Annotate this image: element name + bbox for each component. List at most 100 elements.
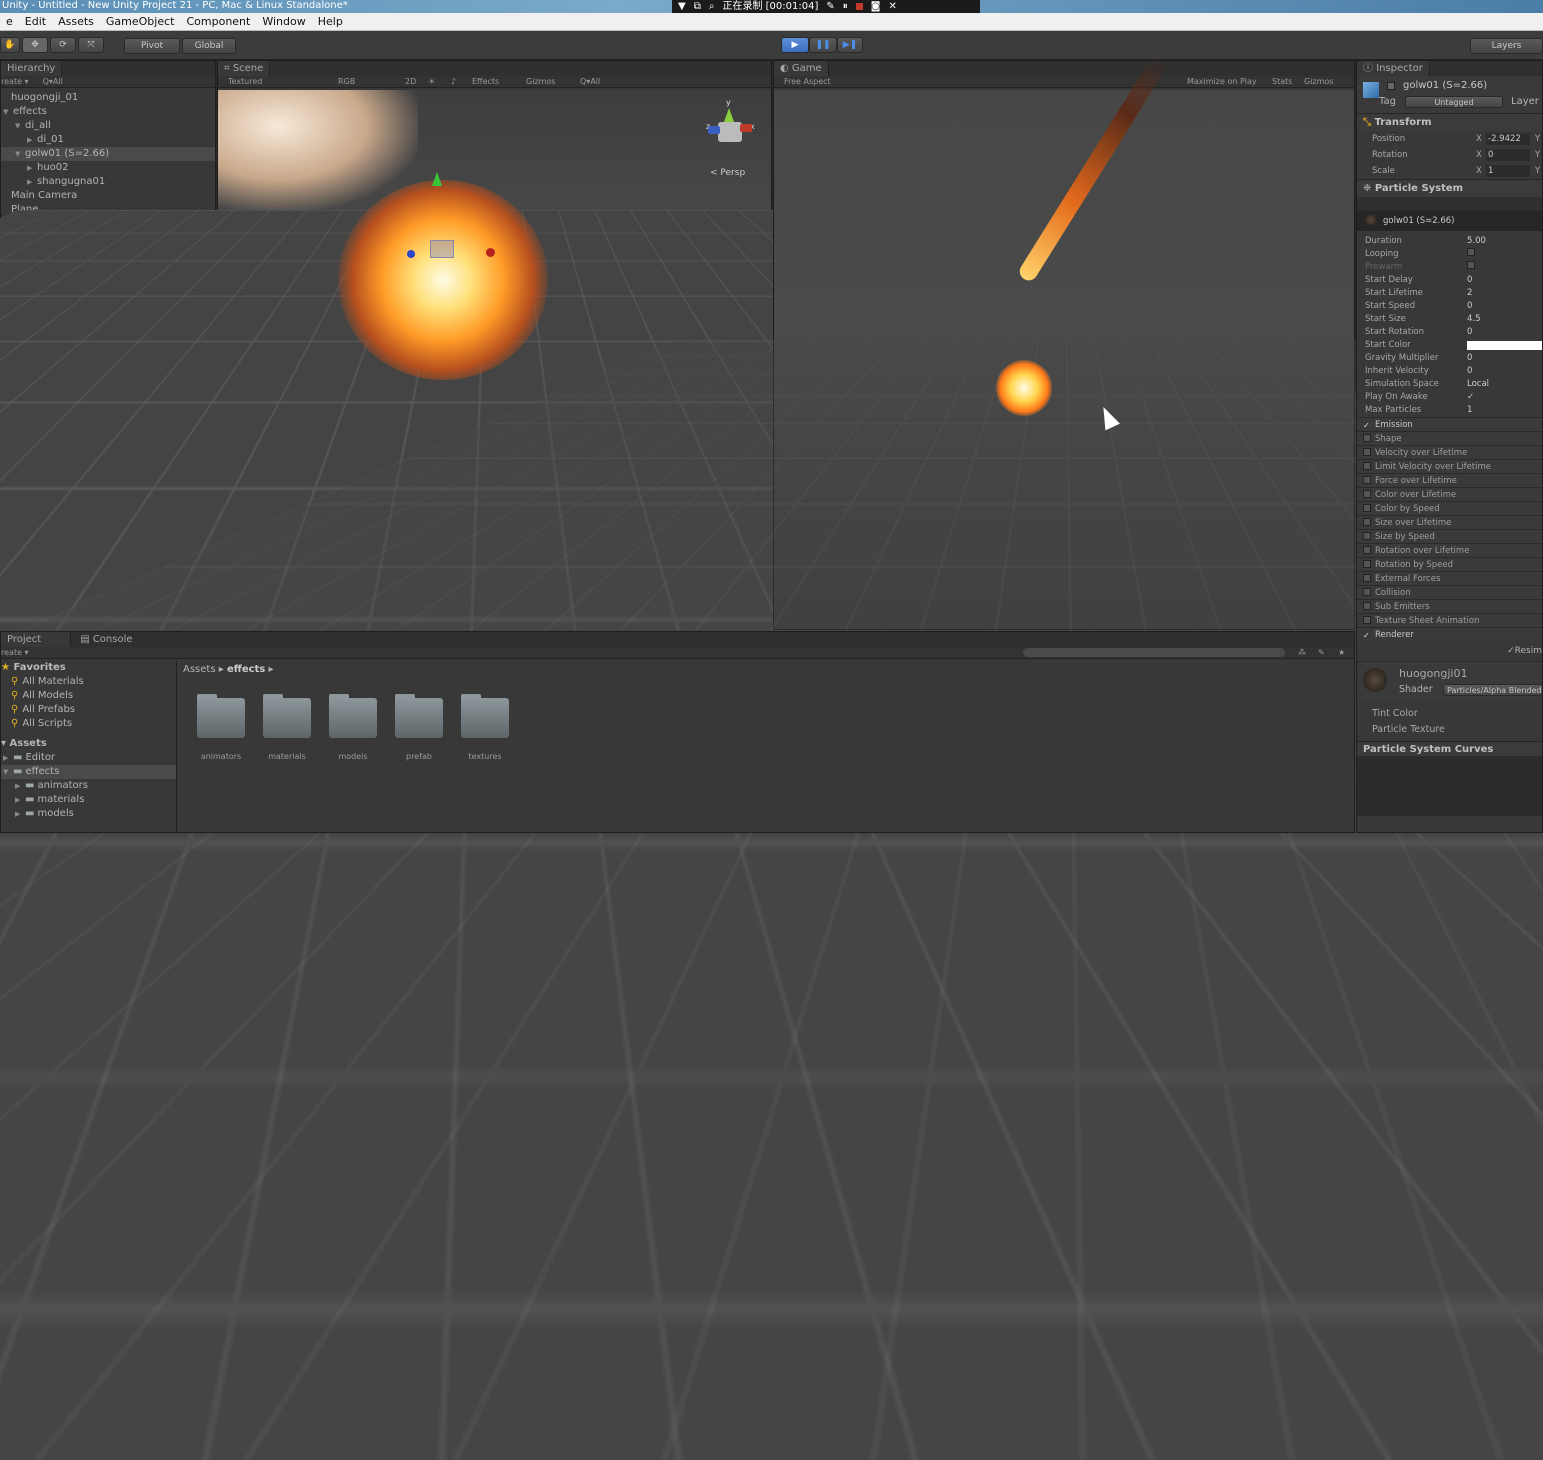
folder-item[interactable]: materials (262, 694, 312, 761)
expand-arrow-icon[interactable]: ▶ (3, 751, 13, 765)
ps-checkbox[interactable] (1467, 248, 1475, 256)
menu-file[interactable]: e (0, 15, 19, 28)
ps-module-row[interactable]: Size over Lifetime (1357, 515, 1542, 529)
module-checkbox[interactable] (1363, 616, 1371, 624)
pivot-toggle[interactable]: Pivot (124, 38, 180, 54)
expand-arrow-icon[interactable]: ▶ (15, 793, 25, 807)
ps-module-row[interactable]: Shape (1357, 431, 1542, 445)
tab-project[interactable]: Project (1, 632, 71, 647)
collapse-arrow-icon[interactable]: ▶ (27, 161, 37, 175)
assets-header[interactable]: ▾ Assets (1, 737, 176, 751)
rotate-tool-icon[interactable]: ⟳ (50, 37, 76, 53)
ps-property-value[interactable]: 5.00 (1467, 235, 1486, 248)
camera-icon[interactable]: ◙ (871, 1, 881, 13)
curves-area[interactable] (1357, 756, 1542, 816)
menu-gameobject[interactable]: GameObject (100, 15, 181, 28)
filter-label-icon[interactable]: ✎ (1318, 647, 1325, 658)
effects-dropdown[interactable]: Effects (472, 76, 499, 87)
module-checkbox[interactable] (1363, 476, 1371, 484)
module-checkbox[interactable] (1363, 434, 1371, 442)
active-checkbox[interactable] (1387, 82, 1395, 90)
expand-arrow-icon[interactable]: ▶ (15, 807, 25, 821)
module-checkbox[interactable] (1363, 448, 1371, 456)
ps-checkbox[interactable] (1467, 261, 1475, 269)
particle-system-header[interactable]: ❈ Particle System (1357, 179, 1542, 197)
play-button[interactable]: ▶ (781, 37, 809, 53)
favorite-star-icon[interactable]: ★ (1338, 647, 1345, 658)
layers-dropdown[interactable]: Layers (1470, 38, 1543, 54)
close-icon[interactable]: ✕ (888, 1, 896, 13)
2d-toggle[interactable]: 2D (405, 76, 416, 87)
hierarchy-item[interactable]: ▶ huo02 (1, 161, 215, 175)
ps-module-row[interactable]: Velocity over Lifetime (1357, 445, 1542, 459)
ps-module-row[interactable]: Sub Emitters (1357, 599, 1542, 613)
favorite-item[interactable]: ⚲ All Materials (1, 675, 176, 689)
window-icon[interactable]: ⧉ (694, 1, 701, 13)
hierarchy-search-input[interactable]: Q▾All (43, 77, 63, 86)
hierarchy-item[interactable]: ▼ golw01 (S=2.66) (1, 147, 215, 161)
particle-curves-header[interactable]: Particle System Curves (1357, 741, 1542, 756)
module-checkbox[interactable] (1363, 532, 1371, 540)
transform-x-field[interactable]: 0 (1486, 149, 1530, 161)
hierarchy-item[interactable]: ▶ shangugna01 (1, 175, 215, 189)
breadcrumb-effects[interactable]: effects (227, 664, 265, 675)
ps-property-value[interactable]: 2 (1467, 287, 1472, 300)
ps-module-row[interactable]: Rotation by Speed (1357, 557, 1542, 571)
asset-tree-item[interactable]: ▼ ▬ effects (1, 765, 176, 779)
audio-icon[interactable]: ♪ (451, 76, 456, 87)
transform-header[interactable]: ⤡ Transform (1357, 113, 1542, 131)
breadcrumb-assets[interactable]: Assets (183, 664, 216, 675)
stop-record-icon[interactable] (855, 3, 863, 10)
ps-module-row[interactable]: Color over Lifetime (1357, 487, 1542, 501)
menu-window[interactable]: Window (256, 15, 311, 28)
transform-x-field[interactable]: 1 (1486, 165, 1530, 177)
resim-toggle[interactable]: ✓Resim (1507, 646, 1542, 656)
collapse-arrow-icon[interactable]: ▶ (27, 175, 37, 189)
move-tool-icon[interactable]: ✥ (22, 37, 48, 53)
orientation-gizmo[interactable]: y x z < Persp (704, 98, 758, 178)
ps-property-value[interactable]: 1 (1467, 404, 1472, 417)
module-checkbox[interactable] (1363, 602, 1371, 610)
particle-system-name-tab[interactable]: golw01 (S=2.66) (1357, 211, 1542, 231)
hierarchy-item[interactable]: ▼ effects (1, 105, 215, 119)
module-checkbox[interactable] (1363, 490, 1371, 498)
ps-module-row[interactable]: ✓ Renderer (1357, 627, 1542, 641)
ps-property-value[interactable]: 0 (1467, 274, 1472, 287)
expand-arrow-icon[interactable]: ▼ (3, 765, 13, 779)
shader-dropdown[interactable]: Particles/Alpha Blended (1443, 684, 1542, 696)
folder-item[interactable]: prefab (394, 694, 444, 761)
ps-module-row[interactable]: ✓ Emission (1357, 417, 1542, 431)
module-checkbox[interactable] (1363, 560, 1371, 568)
transform-x-field[interactable]: -2.9422 (1486, 133, 1530, 145)
tab-scene[interactable]: ⌗ Scene (218, 61, 271, 76)
global-toggle[interactable]: Global (182, 38, 236, 54)
hierarchy-item[interactable]: huogongji_01 (1, 91, 215, 105)
gizmo-z-handle[interactable] (407, 250, 415, 258)
game-gizmos-dropdown[interactable]: Gizmos (1304, 76, 1333, 87)
tab-console[interactable]: ▤ Console (74, 634, 138, 645)
search-icon[interactable]: ⌕ (709, 1, 715, 13)
maximize-on-play-toggle[interactable]: Maximize on Play (1187, 76, 1257, 87)
expand-arrow-icon[interactable]: ▼ (15, 147, 25, 161)
module-checkbox[interactable] (1363, 462, 1371, 470)
ps-module-row[interactable]: Size by Speed (1357, 529, 1542, 543)
tag-dropdown[interactable]: Untagged (1405, 96, 1503, 108)
start-color-swatch[interactable] (1467, 341, 1542, 350)
scale-tool-icon[interactable]: ⤧ (78, 37, 104, 53)
ps-module-row[interactable]: Texture Sheet Animation (1357, 613, 1542, 627)
ps-property-value[interactable]: ✓ (1467, 391, 1474, 404)
asset-tree-item[interactable]: ▶ ▬ models (1, 807, 176, 821)
menu-edit[interactable]: Edit (19, 15, 52, 28)
asset-tree-item[interactable]: ▶ ▬ Editor (1, 751, 176, 765)
module-checkbox[interactable] (1363, 588, 1371, 596)
asset-tree-item[interactable]: ▶ ▬ animators (1, 779, 176, 793)
pen-icon[interactable]: ✎ (826, 1, 834, 13)
expand-arrow-icon[interactable]: ▶ (15, 779, 25, 793)
move-gizmo[interactable] (430, 240, 454, 258)
favorite-item[interactable]: ⚲ All Scripts (1, 717, 176, 731)
pause-button[interactable]: ❚❚ (809, 37, 837, 53)
asset-tree-item[interactable]: ▶ ▬ materials (1, 793, 176, 807)
expand-arrow-icon[interactable]: ▼ (15, 119, 25, 133)
rgb-dropdown[interactable]: RGB (338, 76, 355, 87)
ps-property-value[interactable]: 0 (1467, 365, 1472, 378)
